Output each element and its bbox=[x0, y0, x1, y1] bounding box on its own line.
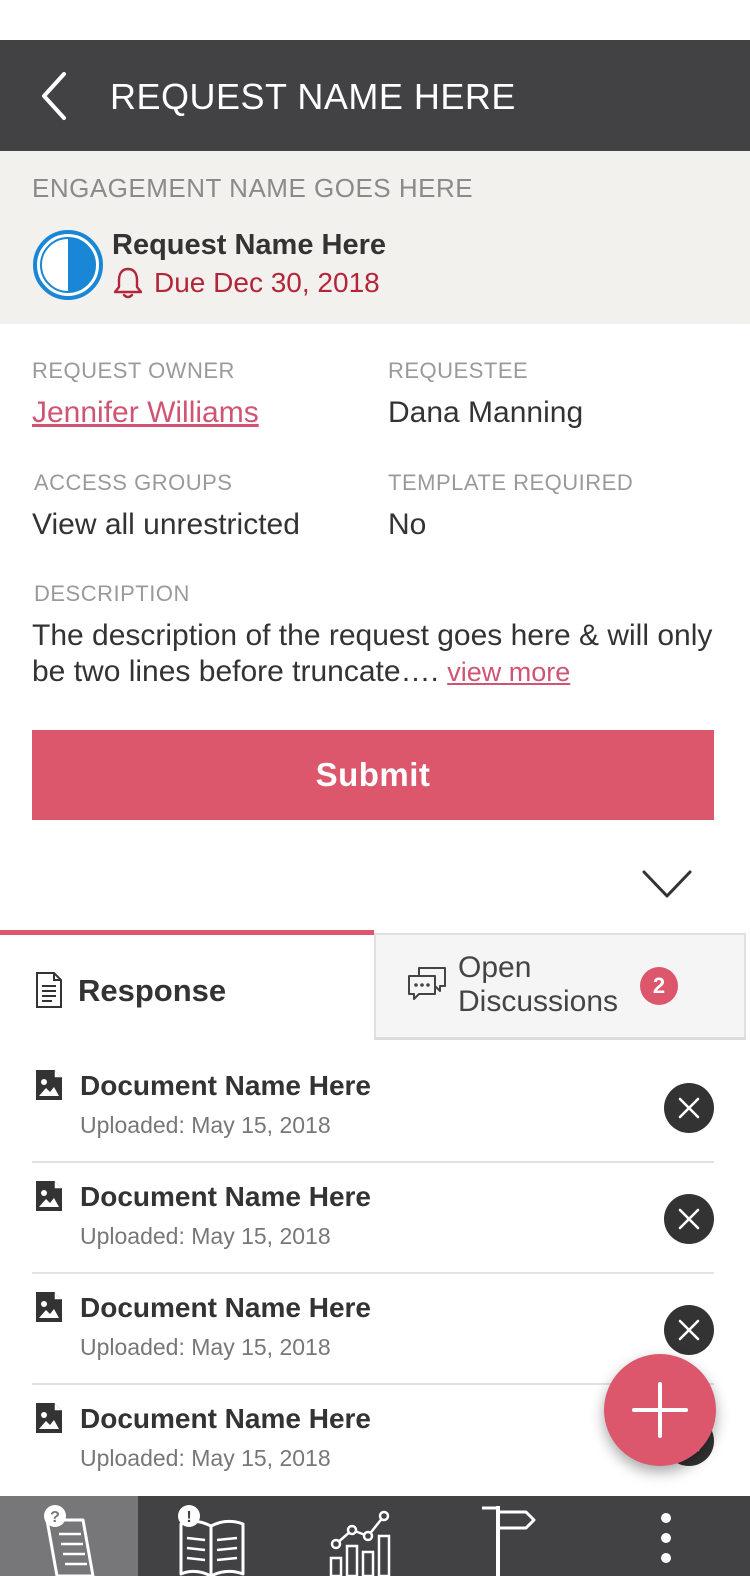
nav-more[interactable] bbox=[582, 1496, 750, 1576]
document-name: Document Name Here bbox=[80, 1403, 371, 1434]
request-owner-label: REQUEST OWNER bbox=[32, 358, 235, 383]
bell-icon bbox=[113, 267, 143, 299]
description-text: The description of the request goes here… bbox=[32, 618, 722, 690]
bar-chart-icon bbox=[329, 1510, 391, 1576]
image-file-icon bbox=[36, 1070, 62, 1100]
remove-document-button[interactable] bbox=[664, 1305, 714, 1355]
access-groups-label: ACCESS GROUPS bbox=[34, 470, 233, 495]
document-name: Document Name Here bbox=[80, 1070, 371, 1101]
requestee-label: REQUESTEE bbox=[388, 358, 529, 383]
chevron-left-icon bbox=[42, 72, 66, 120]
due-date: Due Dec 30, 2018 bbox=[112, 265, 380, 301]
close-icon bbox=[678, 1097, 700, 1119]
chat-bubbles-icon bbox=[408, 967, 446, 1000]
status-bar-area bbox=[0, 0, 750, 40]
tab-response[interactable]: Response bbox=[0, 930, 374, 1040]
description-label: DESCRIPTION bbox=[34, 581, 190, 606]
discussions-count-badge: 2 bbox=[640, 967, 678, 1005]
image-file-icon bbox=[36, 1181, 62, 1211]
upload-date: Uploaded: May 15, 2018 bbox=[80, 1112, 331, 1138]
engagement-summary: ENGAGEMENT NAME GOES HERE Request Name H… bbox=[0, 151, 750, 324]
close-icon bbox=[678, 1208, 700, 1230]
remove-document-button[interactable] bbox=[664, 1083, 714, 1133]
tab-open-discussions-label: Open Discussions bbox=[458, 951, 619, 1018]
request-name: Request Name Here bbox=[112, 229, 386, 261]
request-scroll-icon: ? bbox=[44, 1505, 95, 1576]
svg-text:?: ? bbox=[50, 1509, 60, 1526]
alert-book-icon: ! bbox=[178, 1505, 245, 1576]
upload-date: Uploaded: May 15, 2018 bbox=[80, 1334, 331, 1360]
requestee-value: Dana Manning bbox=[388, 396, 584, 429]
more-vertical-icon bbox=[661, 1513, 672, 1563]
half-filled-circle-icon bbox=[33, 230, 103, 300]
nav-reports[interactable] bbox=[286, 1496, 434, 1576]
back-button[interactable] bbox=[34, 70, 78, 122]
collapse-toggle[interactable] bbox=[640, 866, 694, 902]
nav-alerts[interactable]: ! bbox=[138, 1496, 286, 1576]
add-document-button[interactable] bbox=[604, 1354, 716, 1466]
due-date-text: Due Dec 30, 2018 bbox=[154, 267, 380, 298]
tab-open-discussions[interactable]: Open Discussions 2 bbox=[374, 933, 746, 1040]
view-more-link[interactable]: view more bbox=[447, 657, 570, 687]
document-name: Document Name Here bbox=[80, 1181, 371, 1212]
list-item[interactable]: Document Name Here Uploaded: May 15, 201… bbox=[32, 1052, 714, 1163]
access-groups-value: View all unrestricted bbox=[32, 508, 300, 541]
template-required-label: TEMPLATE REQUIRED bbox=[388, 470, 634, 495]
nav-directions[interactable] bbox=[434, 1496, 582, 1576]
plus-icon bbox=[632, 1382, 688, 1438]
document-name: Document Name Here bbox=[80, 1292, 371, 1323]
page-title: REQUEST NAME HERE bbox=[110, 76, 516, 117]
remove-document-button[interactable] bbox=[664, 1194, 714, 1244]
document-icon bbox=[36, 972, 62, 1008]
image-file-icon bbox=[36, 1403, 62, 1433]
tab-response-label: Response bbox=[78, 973, 227, 1008]
list-item[interactable]: Document Name Here Uploaded: May 15, 201… bbox=[32, 1274, 714, 1385]
chevron-down-icon bbox=[642, 870, 692, 898]
request-owner-link[interactable]: Jennifer Williams bbox=[32, 396, 259, 430]
submit-button[interactable]: Submit bbox=[32, 730, 714, 820]
nav-requests[interactable]: ? bbox=[0, 1496, 139, 1576]
image-file-icon bbox=[36, 1292, 62, 1322]
close-icon bbox=[678, 1319, 700, 1341]
description-body: The description of the request goes here… bbox=[32, 619, 713, 688]
signpost-icon bbox=[482, 1506, 536, 1576]
bottom-navigation: ? ! bbox=[0, 1496, 750, 1576]
upload-date: Uploaded: May 15, 2018 bbox=[80, 1223, 331, 1249]
list-item[interactable]: Document Name Here Uploaded: May 15, 201… bbox=[32, 1163, 714, 1274]
upload-date: Uploaded: May 15, 2018 bbox=[80, 1445, 331, 1471]
template-required-value: No bbox=[388, 508, 427, 541]
engagement-name: ENGAGEMENT NAME GOES HERE bbox=[32, 173, 474, 203]
app-header: REQUEST NAME HERE bbox=[0, 40, 750, 151]
svg-text:!: ! bbox=[187, 1509, 192, 1526]
